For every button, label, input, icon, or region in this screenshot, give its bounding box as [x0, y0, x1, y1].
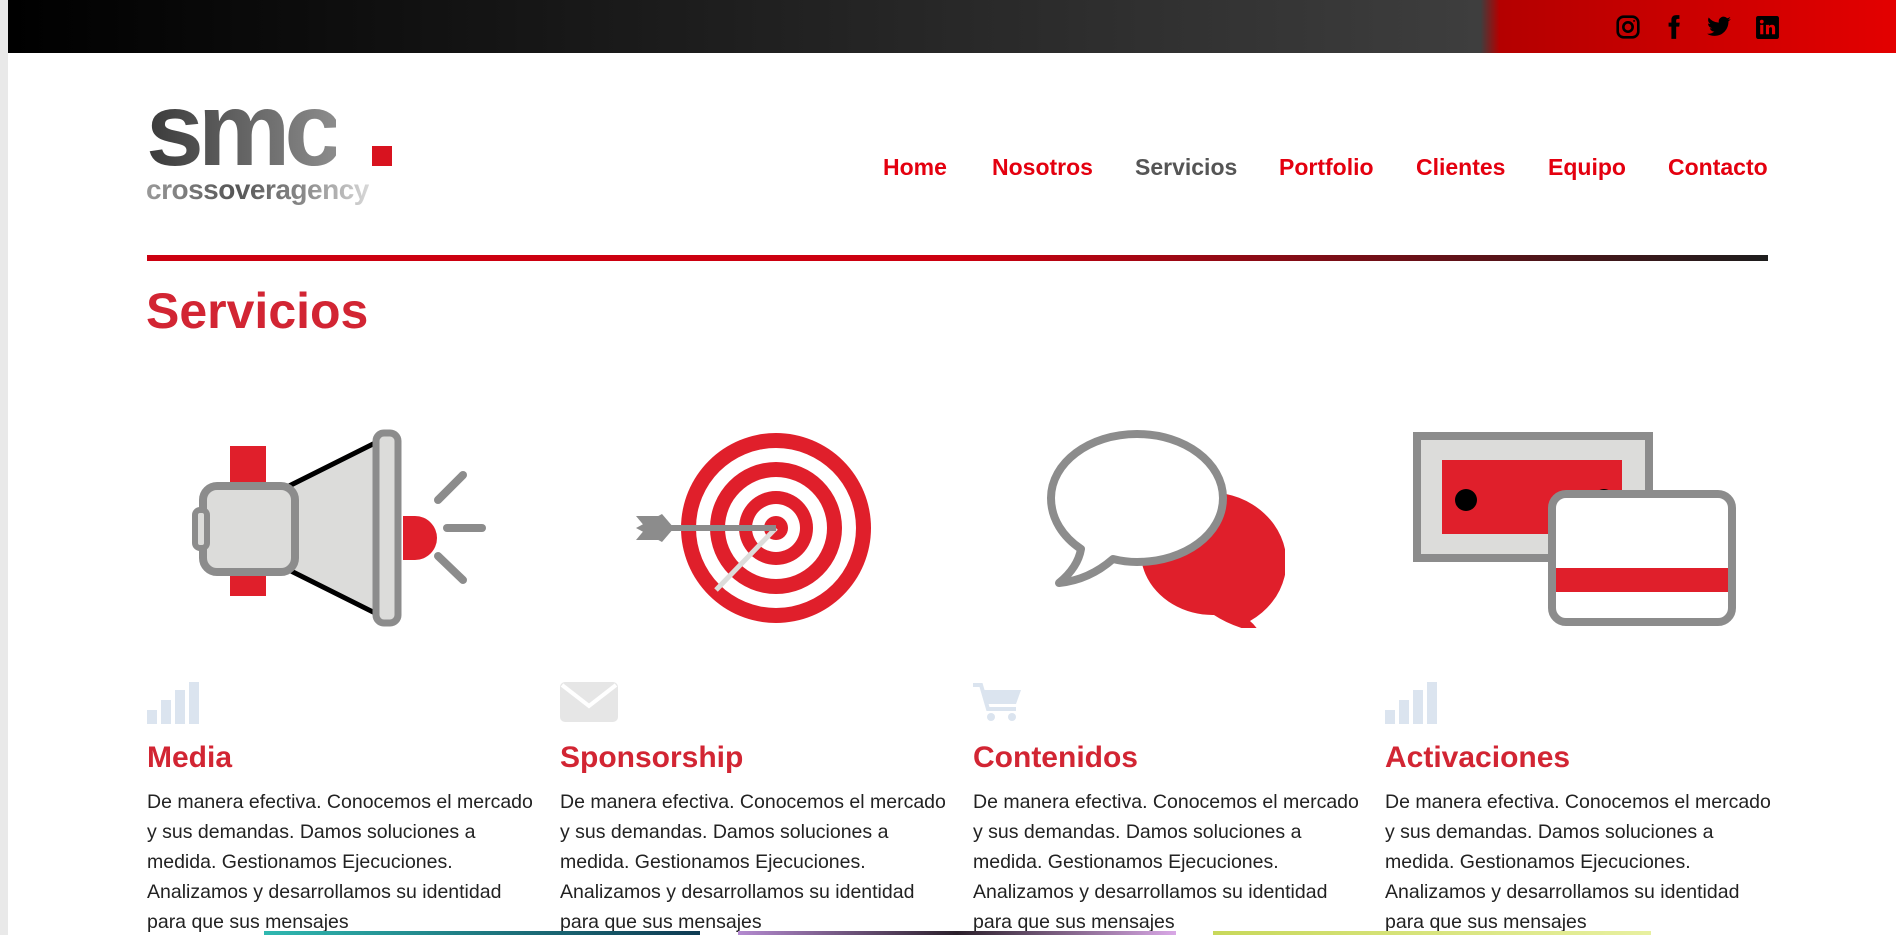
page-title: Servicios — [146, 283, 369, 339]
nav-nosotros[interactable]: Nosotros — [992, 154, 1093, 184]
service-description-contenidos: De manera efectiva. Conocemos el mercado… — [973, 791, 1359, 933]
speech-bubbles-illustration — [1047, 430, 1285, 628]
bar-chart-icon — [1385, 682, 1437, 724]
service-title-contenidos: Contenidos — [973, 741, 1138, 774]
portfolio-thumbnail-strip — [1213, 931, 1651, 935]
twitter-icon[interactable] — [1702, 10, 1736, 44]
bar-chart-icon — [147, 682, 199, 724]
shopping-cart-icon — [973, 683, 1021, 721]
header-divider — [147, 255, 1768, 261]
logo-sub-text: crossoveragency — [146, 174, 369, 205]
service-title-activaciones: Activaciones — [1385, 741, 1571, 774]
nav-clientes[interactable]: Clientes — [1416, 154, 1505, 184]
service-description-activaciones: De manera efectiva. Conocemos el mercado… — [1385, 791, 1771, 933]
linkedin-icon[interactable] — [1750, 10, 1784, 44]
nav-contacto[interactable]: Contacto — [1668, 154, 1768, 184]
instagram-icon[interactable] — [1611, 10, 1645, 44]
nav-equipo[interactable]: Equipo — [1548, 154, 1626, 184]
megaphone-illustration — [192, 429, 486, 627]
service-title-sponsorship: Sponsorship — [560, 741, 744, 774]
envelope-icon — [560, 682, 618, 722]
facebook-icon[interactable] — [1657, 10, 1691, 44]
nav-portfolio[interactable]: Portfolio — [1279, 154, 1374, 184]
portfolio-thumbnail-strip — [738, 931, 1176, 935]
service-title-media: Media — [147, 741, 233, 774]
cards-illustration — [1413, 432, 1736, 626]
logo-red-dot — [372, 146, 392, 166]
nav-servicios[interactable]: Servicios — [1135, 154, 1237, 184]
service-description-sponsorship: De manera efectiva. Conocemos el mercado… — [560, 791, 946, 933]
page-gutter — [0, 0, 8, 935]
target-illustration — [636, 433, 871, 623]
nav-home[interactable]: Home — [883, 154, 947, 184]
portfolio-thumbnail-strip — [264, 931, 700, 935]
smc-logo[interactable]: smc crossoveragency — [146, 78, 406, 208]
service-description-media: De manera efectiva. Conocemos el mercado… — [147, 791, 533, 933]
logo-main-text: smc — [146, 72, 342, 188]
